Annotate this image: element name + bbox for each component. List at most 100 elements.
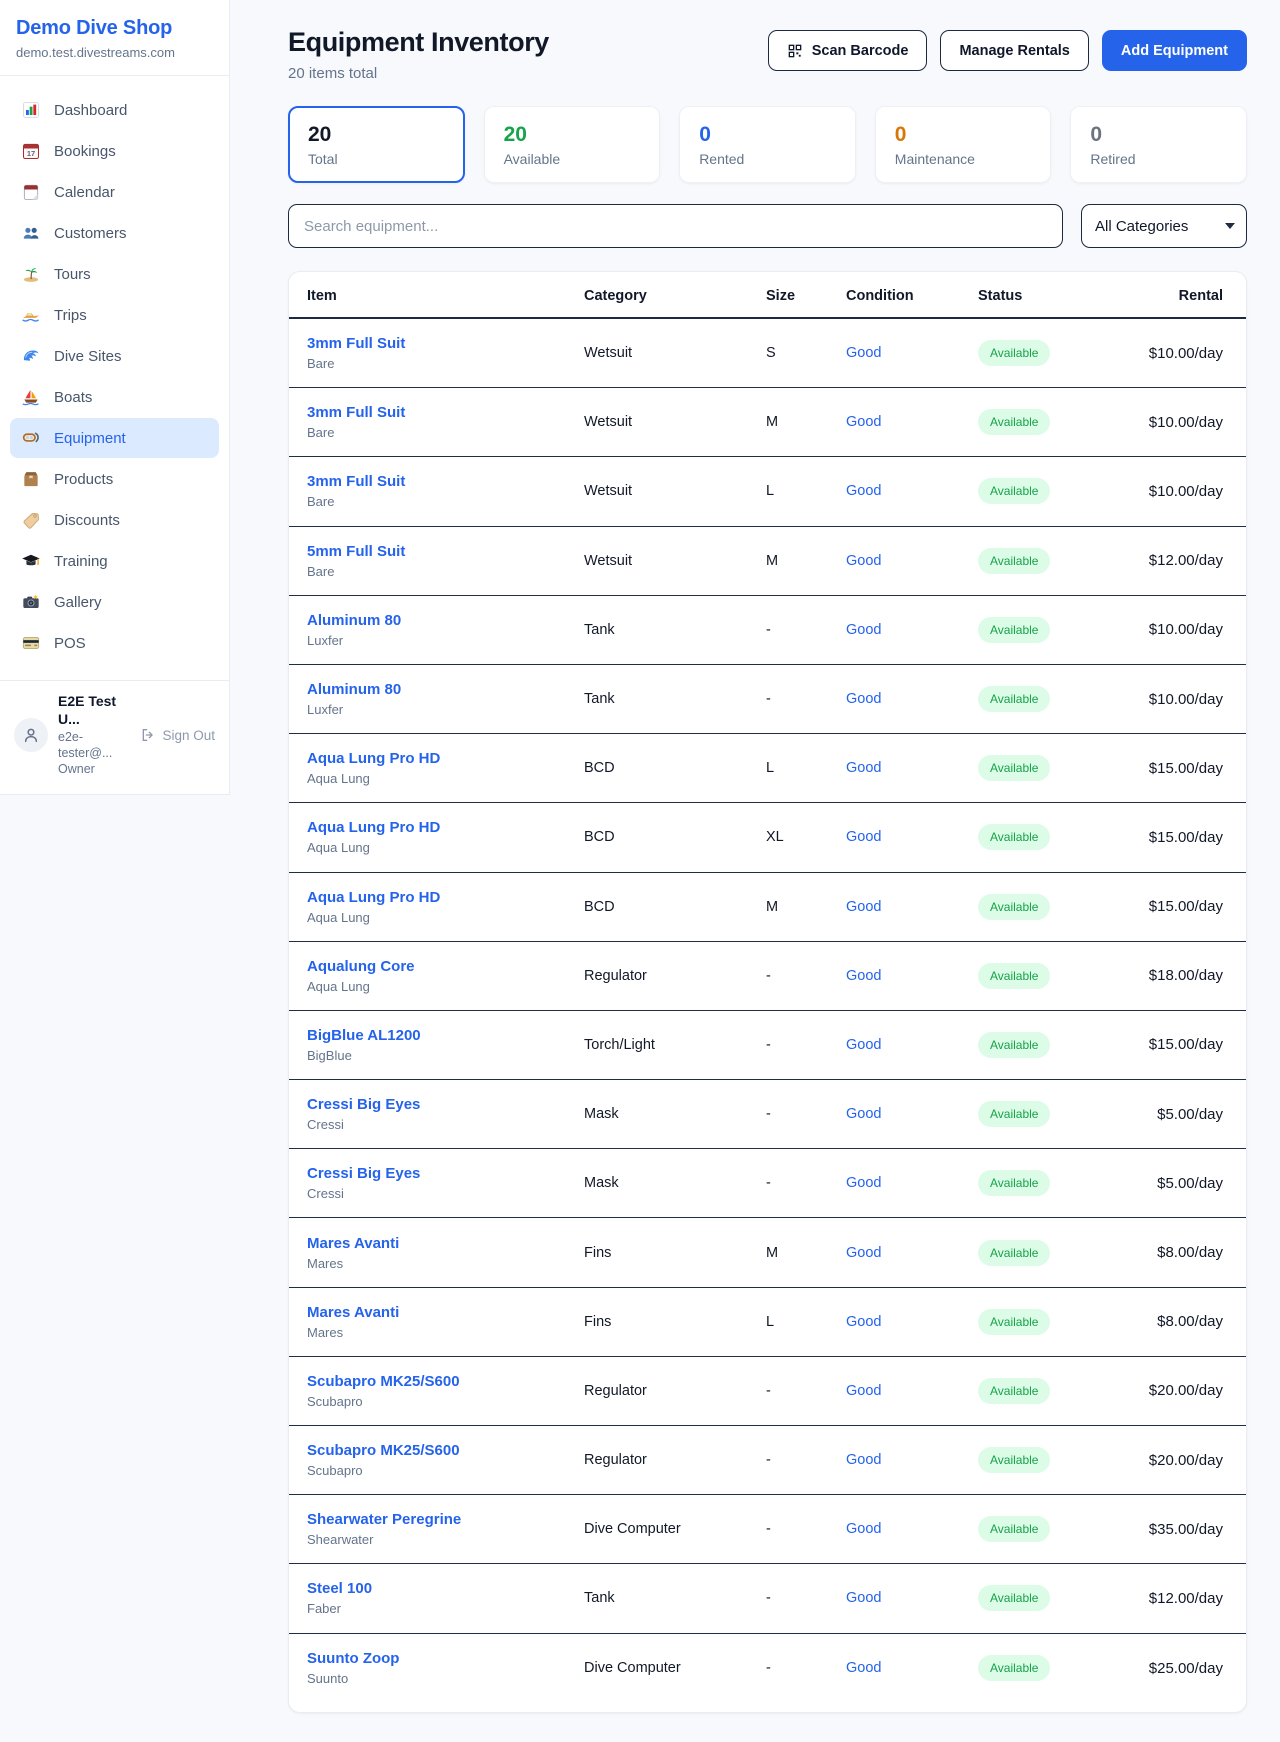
item-condition-link[interactable]: Good [846,414,978,430]
item-condition-link[interactable]: Good [846,553,978,569]
item-category: Fins [584,1314,766,1330]
sign-out-button[interactable]: Sign Out [140,727,215,743]
item-name-link[interactable]: Cressi Big Eyes [307,1165,584,1182]
item-name-link[interactable]: Aqua Lung Pro HD [307,889,584,906]
item-name-link[interactable]: Mares Avanti [307,1304,584,1321]
table-row: Aqua Lung Pro HD Aqua Lung BCD XL Good A… [289,803,1246,872]
stat-card-total[interactable]: 20 Total [288,106,465,183]
item-brand: Aqua Lung [307,979,584,994]
sidebar-item-calendar[interactable]: Calendar [10,172,219,212]
stat-value: 20 [308,123,445,147]
sidebar-item-trips[interactable]: Trips [10,295,219,335]
item-category: Wetsuit [584,414,766,430]
item-condition-link[interactable]: Good [846,968,978,984]
item-name-link[interactable]: 5mm Full Suit [307,543,584,560]
item-category: Tank [584,691,766,707]
sidebar-item-pos[interactable]: POS [10,623,219,663]
item-condition-link[interactable]: Good [846,760,978,776]
item-category: Dive Computer [584,1660,766,1676]
item-condition-link[interactable]: Good [846,1175,978,1191]
item-name-link[interactable]: Aqua Lung Pro HD [307,819,584,836]
sidebar-item-gallery[interactable]: Gallery [10,582,219,622]
item-condition-link[interactable]: Good [846,1383,978,1399]
table-row: Aluminum 80 Luxfer Tank - Good Available… [289,665,1246,734]
item-condition-link[interactable]: Good [846,1106,978,1122]
item-condition-link[interactable]: Good [846,1245,978,1261]
table-row: BigBlue AL1200 BigBlue Torch/Light - Goo… [289,1011,1246,1080]
filter-row: All Categories [288,204,1247,248]
stat-card-retired[interactable]: 0 Retired [1070,106,1247,183]
item-name-link[interactable]: Scubapro MK25/S600 [307,1373,584,1390]
col-status: Status [978,288,1138,304]
scan-barcode-button[interactable]: Scan Barcode [768,30,928,71]
manage-rentals-button[interactable]: Manage Rentals [940,30,1088,71]
sidebar: Demo Dive Shop demo.test.divestreams.com… [0,0,230,795]
item-condition-link[interactable]: Good [846,829,978,845]
stat-card-rented[interactable]: 0 Rented [679,106,856,183]
sidebar-item-discounts[interactable]: Discounts [10,500,219,540]
sidebar-nav: Dashboard 17 Bookings Calendar Customers… [0,75,229,674]
item-size: - [766,691,846,707]
item-name-link[interactable]: 3mm Full Suit [307,404,584,421]
search-input[interactable] [288,204,1063,248]
item-name-link[interactable]: 3mm Full Suit [307,473,584,490]
item-rental-rate: $10.00/day [1138,414,1223,431]
add-equipment-button[interactable]: Add Equipment [1102,30,1247,71]
item-name-link[interactable]: Suunto Zoop [307,1650,584,1667]
item-name-link[interactable]: Cressi Big Eyes [307,1096,584,1113]
stat-value: 20 [504,123,641,147]
item-condition-link[interactable]: Good [846,1521,978,1537]
sidebar-item-training[interactable]: Training [10,541,219,581]
equipment-icon [21,428,41,448]
item-brand: Mares [307,1325,584,1340]
status-badge: Available [978,755,1050,781]
stat-card-maintenance[interactable]: 0 Maintenance [875,106,1052,183]
status-badge: Available [978,617,1050,643]
table-row: Cressi Big Eyes Cressi Mask - Good Avail… [289,1149,1246,1218]
discounts-icon [21,510,41,530]
item-condition-link[interactable]: Good [846,1452,978,1468]
item-name-link[interactable]: Steel 100 [307,1580,584,1597]
item-name-link[interactable]: Shearwater Peregrine [307,1511,584,1528]
status-badge: Available [978,1170,1050,1196]
item-name-link[interactable]: Aqualung Core [307,958,584,975]
shop-name[interactable]: Demo Dive Shop [16,17,213,40]
item-condition-link[interactable]: Good [846,1314,978,1330]
item-name-link[interactable]: Mares Avanti [307,1235,584,1252]
item-condition-link[interactable]: Good [846,1590,978,1606]
stat-value: 0 [895,123,1032,147]
item-condition-link[interactable]: Good [846,1660,978,1676]
sidebar-item-customers[interactable]: Customers [10,213,219,253]
sidebar-item-dashboard[interactable]: Dashboard [10,90,219,130]
item-condition-link[interactable]: Good [846,899,978,915]
category-filter[interactable]: All Categories [1081,204,1247,248]
item-name-link[interactable]: 3mm Full Suit [307,335,584,352]
sidebar-item-equipment[interactable]: Equipment [10,418,219,458]
scan-barcode-label: Scan Barcode [812,43,909,59]
sidebar-item-tours[interactable]: Tours [10,254,219,294]
item-condition-link[interactable]: Good [846,483,978,499]
item-name-link[interactable]: Aluminum 80 [307,612,584,629]
item-rental-rate: $18.00/day [1138,967,1223,984]
item-name-link[interactable]: BigBlue AL1200 [307,1027,584,1044]
sidebar-item-products[interactable]: Products [10,459,219,499]
status-badge: Available [978,1240,1050,1266]
item-condition-link[interactable]: Good [846,345,978,361]
status-badge: Available [978,1101,1050,1127]
user-role: Owner [58,762,130,778]
pos-icon [21,633,41,653]
products-icon [21,469,41,489]
item-category: Mask [584,1106,766,1122]
item-condition-link[interactable]: Good [846,1037,978,1053]
status-badge: Available [978,1378,1050,1404]
stat-card-available[interactable]: 20 Available [484,106,661,183]
sidebar-item-boats[interactable]: Boats [10,377,219,417]
sidebar-item-dive-sites[interactable]: Dive Sites [10,336,219,376]
item-condition-link[interactable]: Good [846,691,978,707]
item-name-link[interactable]: Scubapro MK25/S600 [307,1442,584,1459]
item-condition-link[interactable]: Good [846,622,978,638]
item-name-link[interactable]: Aluminum 80 [307,681,584,698]
svg-text:17: 17 [27,149,35,158]
item-name-link[interactable]: Aqua Lung Pro HD [307,750,584,767]
sidebar-item-bookings[interactable]: 17 Bookings [10,131,219,171]
